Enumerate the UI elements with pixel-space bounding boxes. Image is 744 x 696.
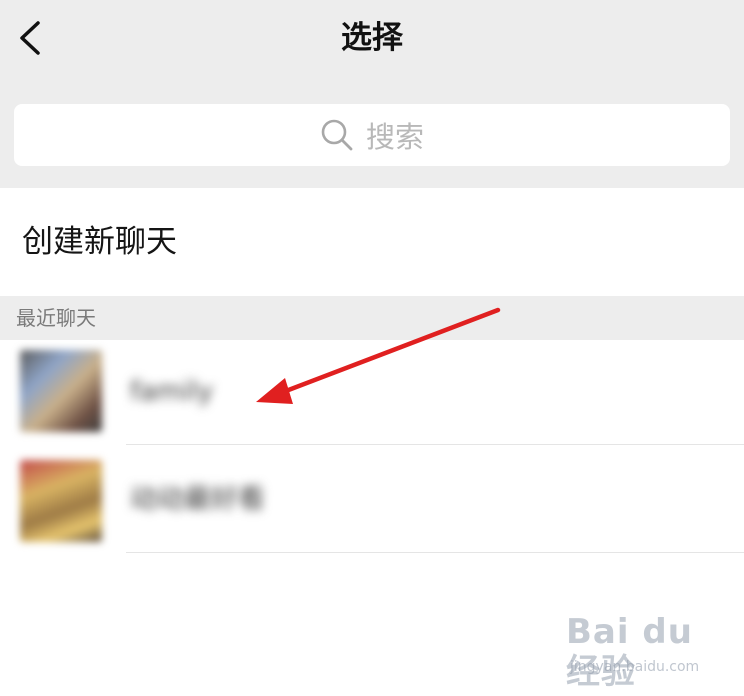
avatar — [20, 350, 102, 432]
search-placeholder: 搜索 — [365, 120, 424, 154]
search-input[interactable]: 搜索 — [14, 104, 730, 166]
recent-chats-label: 最近聊天 — [16, 306, 96, 330]
create-new-chat-label: 创建新聊天 — [22, 224, 177, 260]
divider — [126, 552, 744, 553]
create-new-chat-item[interactable]: 创建新聊天 — [0, 188, 744, 296]
chat-list: family 动动最好看 — [0, 340, 744, 696]
top-area: 选择 搜索 — [0, 0, 744, 188]
search-icon — [320, 118, 354, 152]
chat-item-group[interactable]: 动动最好看 — [0, 448, 744, 554]
page-title: 选择 — [341, 20, 403, 56]
chat-item-family[interactable]: family — [0, 340, 744, 446]
recent-chats-header: 最近聊天 — [0, 296, 744, 340]
avatar — [20, 460, 102, 542]
divider — [126, 444, 744, 445]
chat-name: 动动最好看 — [130, 484, 265, 515]
chat-name: family — [130, 376, 214, 407]
